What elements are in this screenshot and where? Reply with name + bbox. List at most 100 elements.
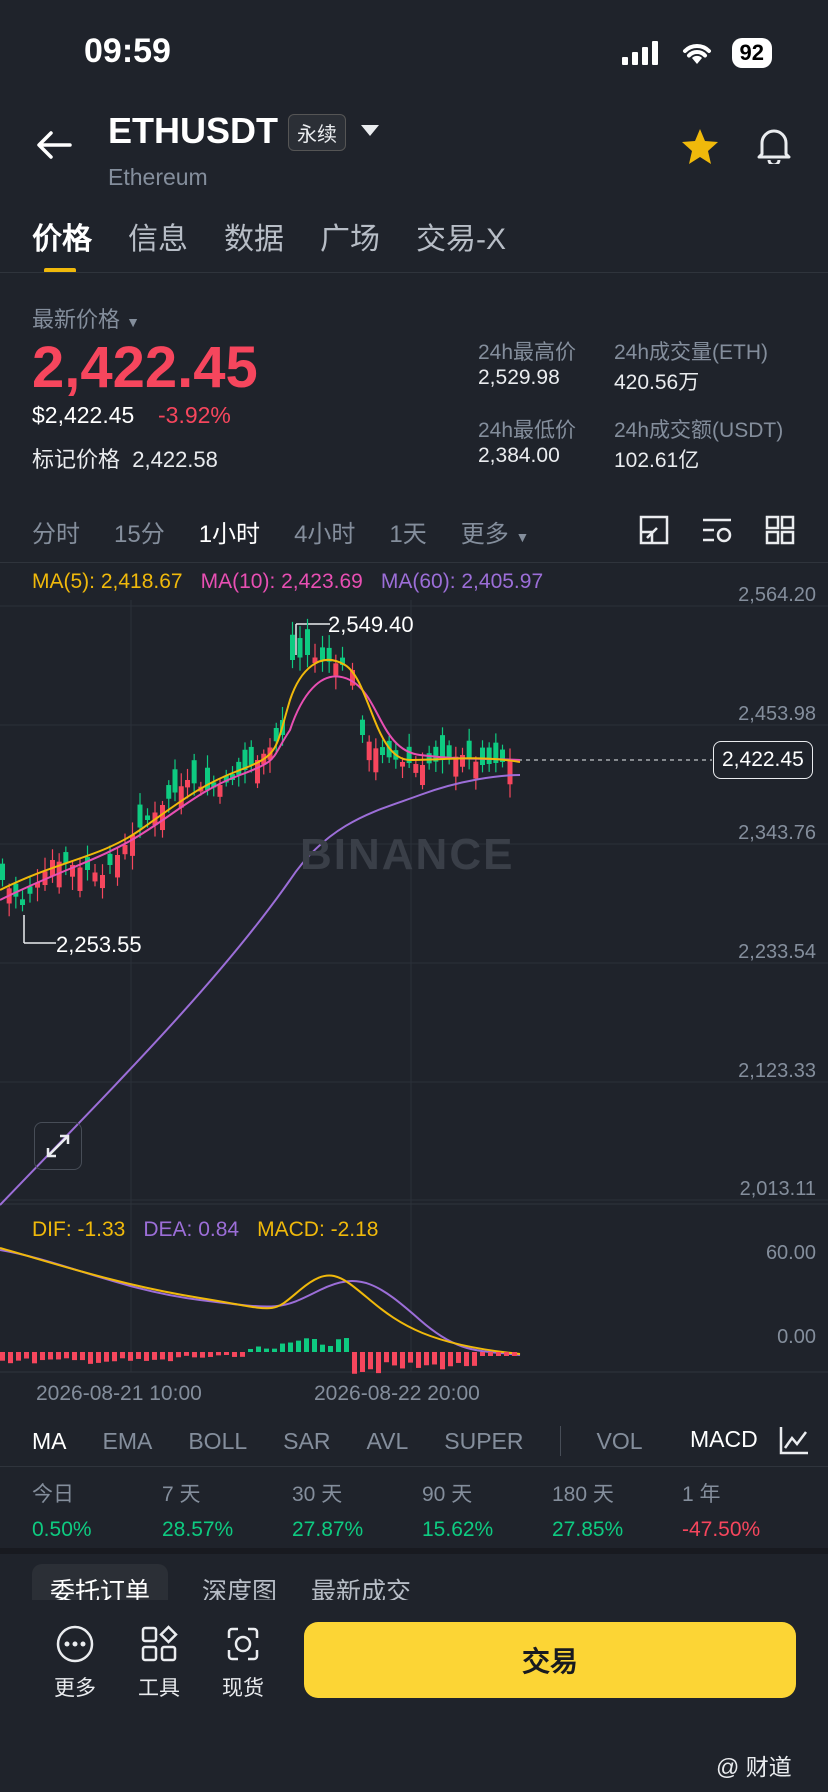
candle [20, 899, 25, 905]
macd-bar [0, 1352, 5, 1361]
time-axis-label: 2026-08-21 10:00 [36, 1382, 202, 1405]
chart-settings-icon[interactable] [700, 514, 734, 546]
candle [453, 756, 459, 777]
tab-square[interactable]: 广场 [320, 214, 380, 258]
indicator-ma[interactable]: MA [32, 1428, 67, 1455]
candlestick-chart[interactable] [0, 560, 828, 1380]
main-tabs: 价格 信息 数据 广场 交易-X [32, 214, 506, 258]
more-button[interactable]: 更多 [40, 1624, 110, 1702]
indicator-sar[interactable]: SAR [283, 1428, 330, 1455]
tools-icon [141, 1625, 178, 1662]
candle [107, 853, 113, 865]
macd-bar [320, 1344, 325, 1352]
high-24h-value: 2,529.98 [478, 366, 560, 389]
candle [420, 765, 425, 786]
perf-label: 今日 [32, 1483, 74, 1506]
macd-bar [80, 1352, 85, 1361]
candle [333, 663, 339, 676]
tools-label: 工具 [138, 1677, 180, 1700]
price-axis-label: 2,453.98 [738, 703, 816, 725]
macd-bar [456, 1352, 461, 1363]
candle [191, 760, 197, 784]
indicator-settings-icon[interactable] [778, 1424, 810, 1456]
bell-icon[interactable] [756, 126, 792, 164]
interval-selector: 分时 15分 1小时 4小时 1天 更多 ▼ [32, 514, 529, 549]
interval-1d[interactable]: 1天 [389, 514, 426, 549]
fullscreen-chart-icon[interactable] [638, 514, 670, 546]
candle [320, 647, 325, 660]
macd-bar [264, 1348, 269, 1352]
candle [160, 805, 165, 831]
perf-label: 1 年 [682, 1483, 721, 1506]
interval-4h[interactable]: 4小时 [294, 514, 355, 549]
perf-label: 7 天 [162, 1483, 201, 1506]
high-annotation: 2,549.40 [328, 612, 414, 637]
macd-bar [120, 1352, 125, 1359]
last-price-label[interactable]: 最新价格 ▼ [32, 302, 140, 334]
macd-bar [40, 1352, 45, 1361]
indicator-vol[interactable]: VOL [597, 1428, 643, 1455]
indicator-avl[interactable]: AVL [366, 1428, 408, 1455]
expand-chart-button[interactable] [34, 1122, 82, 1170]
volume-24h-value: 420.56万 [614, 371, 700, 394]
candle [460, 755, 465, 767]
macd-bar [16, 1352, 21, 1361]
amount-24h-value: 102.61亿 [614, 449, 700, 472]
macd-bar [488, 1352, 493, 1356]
favorite-star-icon[interactable] [680, 128, 720, 166]
chart-tools [638, 514, 796, 546]
interval-more[interactable]: 更多 ▼ [461, 514, 530, 549]
candle [413, 764, 419, 773]
macd-bar [48, 1352, 53, 1360]
indicator-super[interactable]: SUPER [444, 1428, 523, 1455]
high-24h-label: 24h最高价 [478, 341, 577, 364]
candle [297, 638, 303, 658]
trade-button[interactable]: 交易 [304, 1622, 796, 1698]
macd-bar [312, 1339, 317, 1352]
macd-bar [112, 1352, 117, 1362]
macd-bar [208, 1352, 213, 1357]
candle [172, 769, 178, 793]
macd-axis-label: 60.00 [765, 1242, 816, 1264]
interval-15m[interactable]: 15分 [114, 514, 165, 549]
macd-bar [328, 1345, 333, 1352]
price-change-percent: -3.92% [158, 402, 231, 428]
layout-grid-icon[interactable] [764, 514, 796, 546]
pair-symbol[interactable]: ETHUSDT [108, 110, 278, 152]
dif-line [0, 1247, 521, 1355]
indicator-tabs: MA EMA BOLL SAR AVL SUPER VOL [32, 1426, 643, 1456]
tab-info[interactable]: 信息 [128, 214, 188, 258]
spot-button[interactable]: 现货 [208, 1624, 278, 1702]
indicator-separator [559, 1426, 561, 1456]
interval-line[interactable]: 分时 [32, 514, 80, 549]
macd-bar [480, 1352, 485, 1356]
macd-bar [336, 1339, 341, 1352]
indicator-macd[interactable]: MACD [690, 1426, 760, 1453]
price-axis-label: 2,013.11 [739, 1178, 816, 1200]
indicator-ema[interactable]: EMA [103, 1428, 153, 1455]
tab-data[interactable]: 数据 [224, 214, 284, 258]
macd-bar [368, 1352, 373, 1370]
divider [0, 1466, 828, 1467]
macd-bar [296, 1340, 301, 1352]
candle [115, 855, 120, 878]
more-label: 更多 [54, 1677, 96, 1700]
battery-icon: 92 [731, 38, 772, 68]
tab-price[interactable]: 价格 [32, 214, 92, 258]
candle [360, 719, 365, 735]
macd-bar [160, 1352, 165, 1360]
volume-24h-label: 24h成交量(ETH) [614, 341, 769, 364]
perf-value: 0.50% [32, 1518, 92, 1541]
candle [480, 747, 485, 765]
pair-dropdown-icon[interactable] [360, 124, 380, 138]
perf-value: -47.50% [682, 1518, 761, 1541]
tools-button[interactable]: 工具 [124, 1624, 194, 1702]
back-arrow-icon[interactable] [36, 130, 72, 160]
indicator-boll[interactable]: BOLL [188, 1428, 247, 1455]
interval-1h[interactable]: 1小时 [199, 514, 260, 549]
macd-bar [200, 1352, 205, 1358]
tab-trade-x[interactable]: 交易-X [416, 214, 506, 258]
macd-bar [56, 1352, 61, 1360]
macd-bar [304, 1338, 309, 1352]
perf-label: 90 天 [422, 1483, 473, 1506]
